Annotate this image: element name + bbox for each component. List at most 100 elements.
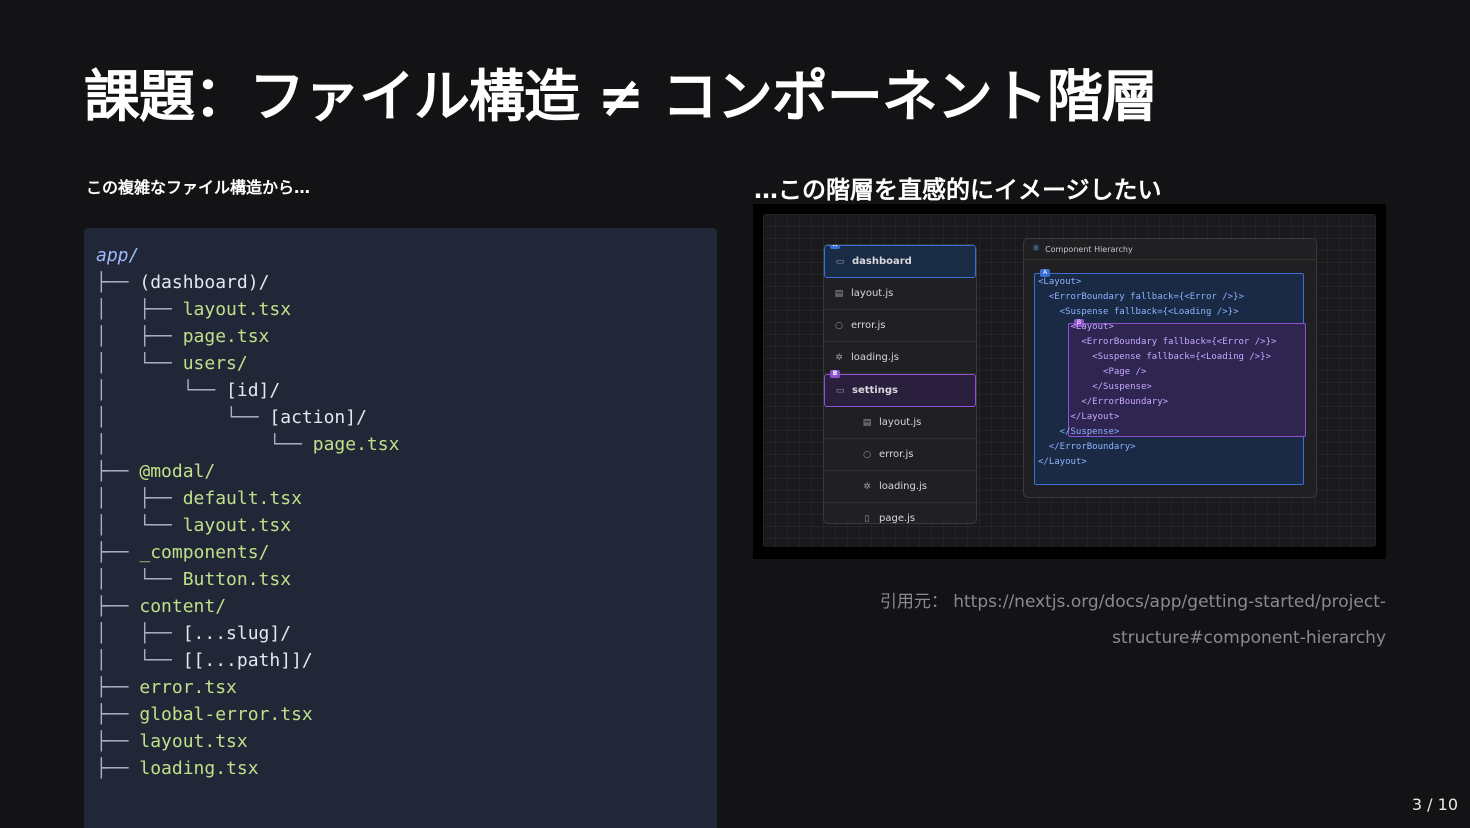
code-line: │ ├── [...slug]/ <box>96 620 399 647</box>
file-tree-label: error.js <box>851 320 886 331</box>
code-line: app/ <box>96 242 399 269</box>
code-line: ├── error.tsx <box>96 674 399 701</box>
layout-icon: ▤ <box>834 288 844 299</box>
tree-prefix: │ └── <box>96 380 227 401</box>
file-tree-item[interactable]: ▤ layout.js <box>824 407 976 439</box>
tree-entry-name: [id]/ <box>226 380 281 401</box>
loading-icon: ✲ <box>835 352 843 363</box>
code-line: │ └── page.tsx <box>96 431 399 458</box>
left-caption: この複雑なファイル構造から… <box>86 178 311 197</box>
citation-line-2[interactable]: structure#component-hierarchy <box>760 620 1386 656</box>
tree-entry-name: page.tsx <box>312 434 400 455</box>
file-tree-item[interactable]: A ▭ dashboard <box>824 245 976 278</box>
screenshot-canvas: A ▭ dashboard ▤ layout.js ○ error.js ✲ loading.j… <box>763 214 1376 547</box>
code-line: ├── (dashboard)/ <box>96 269 399 296</box>
tree-prefix: ├── <box>96 461 140 482</box>
hierarchy-line: </Suspense> <box>1038 427 1120 437</box>
layout-icon: ▤ <box>862 417 872 428</box>
error-icon: ○ <box>863 449 871 460</box>
tree-entry-name: loading.tsx <box>139 758 259 779</box>
tree-entry-name: default.tsx <box>182 488 302 509</box>
tree-entry-name: page.tsx <box>182 326 270 347</box>
hierarchy-line: <Page /> <box>1038 367 1147 377</box>
file-tree-item[interactable]: ✲ loading.js <box>824 471 976 503</box>
tree-prefix: │ └── <box>96 407 270 428</box>
tree-entry-name: content/ <box>139 596 227 617</box>
code-line: │ └── users/ <box>96 350 399 377</box>
tree-entry-name: error.tsx <box>139 677 237 698</box>
file-tree-label: page.js <box>879 513 916 524</box>
tree-entry-name: [...slug]/ <box>182 623 292 644</box>
file-tree-item[interactable]: ▤ layout.js <box>824 278 976 310</box>
file-tree-label: dashboard <box>852 256 912 267</box>
file-tree-item[interactable]: ○ error.js <box>824 310 976 342</box>
file-tree-panel: A ▭ dashboard ▤ layout.js ○ error.js ✲ loading.j… <box>823 244 977 524</box>
code-lines: app/├── (dashboard)/│ ├── layout.tsx │ ├─… <box>96 242 399 782</box>
tree-prefix: │ └── <box>96 569 183 590</box>
tree-entry-name: @modal/ <box>139 461 216 482</box>
citation-label: 引用元： <box>879 592 948 612</box>
tree-prefix: ├── <box>96 758 140 779</box>
hierarchy-line: <Suspense fallback={<Loading />}> <box>1038 352 1271 362</box>
citation-line-1: 引用元： https://nextjs.org/docs/app/getting… <box>760 584 1386 620</box>
tree-entry-name: users/ <box>182 353 248 374</box>
file-tree-label: loading.js <box>851 352 900 363</box>
tree-prefix: ├── <box>96 704 140 725</box>
code-line: │ └── Button.tsx <box>96 566 399 593</box>
hierarchy-line: <ErrorBoundary fallback={<Error />}> <box>1038 292 1244 302</box>
tree-prefix: ├── <box>96 542 140 563</box>
hierarchy-line: </Suspense> <box>1038 382 1152 392</box>
file-tree-badge: A <box>830 245 840 249</box>
tree-entry-name: layout.tsx <box>182 299 292 320</box>
code-line: ├── loading.tsx <box>96 755 399 782</box>
page-icon: ▯ <box>864 513 870 524</box>
tree-entry-name: app/ <box>96 245 140 266</box>
code-line: │ ├── default.tsx <box>96 485 399 512</box>
tree-prefix: │ └── <box>96 650 183 671</box>
tree-entry-name: [[...path]]/ <box>182 650 313 671</box>
tree-prefix: │ ├── <box>96 623 183 644</box>
code-line: ├── _components/ <box>96 539 399 566</box>
hierarchy-code: <Layout> <ErrorBoundary fallback={<Error… <box>1038 275 1276 470</box>
code-line: │ ├── page.tsx <box>96 323 399 350</box>
tree-entry-name: layout.tsx <box>139 731 248 752</box>
file-tree-item[interactable]: ○ error.js <box>824 439 976 471</box>
hierarchy-line: <Layout> <box>1038 322 1114 332</box>
panel-title: Component Hierarchy <box>1045 244 1133 254</box>
slide-title: 課題：ファイル構造 ≠ コンポーネント階層 <box>84 65 1158 130</box>
file-tree-label: error.js <box>879 449 914 460</box>
code-line: │ └── [id]/ <box>96 377 399 404</box>
code-line: ├── global-error.tsx <box>96 701 399 728</box>
code-line: │ └── [[...path]]/ <box>96 647 399 674</box>
tree-entry-name: layout.tsx <box>182 515 292 536</box>
panel-header: ⚛ Component Hierarchy <box>1024 239 1316 260</box>
file-tree-label: settings <box>852 385 898 396</box>
tree-entry-name: (dashboard)/ <box>139 272 270 293</box>
tree-prefix: │ ├── <box>96 488 183 509</box>
page-number: 3 / 10 <box>1411 795 1458 814</box>
tree-prefix: ├── <box>96 596 140 617</box>
react-icon: ⚛ <box>1032 244 1041 254</box>
tree-prefix: │ └── <box>96 515 183 536</box>
file-tree-item[interactable]: B ▭ settings <box>824 370 976 407</box>
citation-url[interactable]: https://nextjs.org/docs/app/getting-star… <box>953 592 1386 612</box>
file-tree-label: loading.js <box>879 481 928 492</box>
tree-entry-name: Button.tsx <box>182 569 292 590</box>
hierarchy-screenshot: A ▭ dashboard ▤ layout.js ○ error.js ✲ loading.j… <box>753 204 1386 559</box>
tree-entry-name: _components/ <box>139 542 270 563</box>
tree-prefix: │ ├── <box>96 299 183 320</box>
file-tree-item[interactable]: ▯ page.js <box>824 503 976 524</box>
code-line: │ ├── layout.tsx <box>96 296 399 323</box>
tree-prefix: ├── <box>96 731 140 752</box>
file-tree-item[interactable]: ✲ loading.js <box>824 342 976 374</box>
right-caption: …この階層を直感的にイメージしたい <box>754 176 1162 204</box>
tree-prefix: │ ├── <box>96 326 183 347</box>
hierarchy-line: <ErrorBoundary fallback={<Error />}> <box>1038 337 1277 347</box>
tree-entry-name: global-error.tsx <box>139 704 313 725</box>
folder-icon: ▭ <box>835 385 845 396</box>
tree-prefix: │ └── <box>96 353 183 374</box>
tree-prefix: ├── <box>96 272 140 293</box>
hierarchy-line: <Suspense fallback={<Loading />}> <box>1038 307 1239 317</box>
error-icon: ○ <box>835 320 843 331</box>
code-line: │ └── layout.tsx <box>96 512 399 539</box>
